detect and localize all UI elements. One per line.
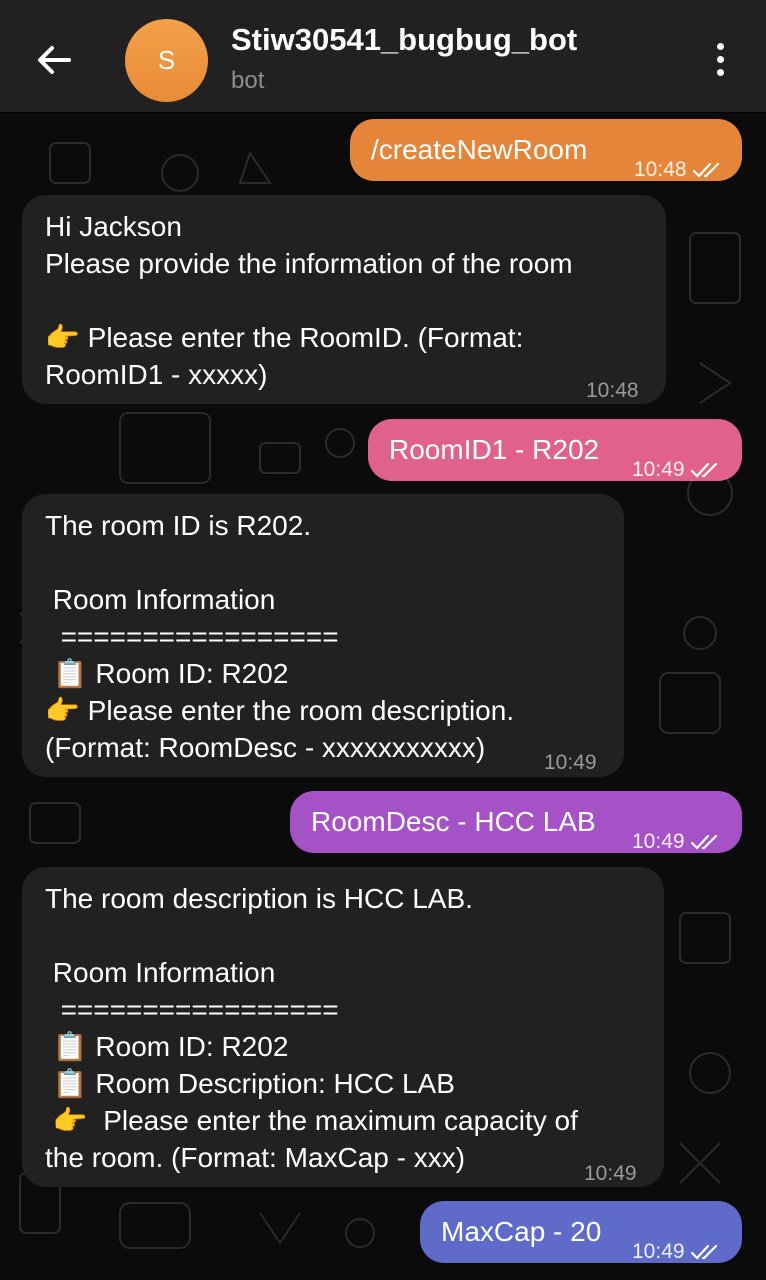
- message-incoming[interactable]: The room ID is R202. Room Information ==…: [22, 494, 624, 777]
- more-options-button[interactable]: [700, 36, 740, 82]
- message-text: RoomID1 - R202: [389, 434, 600, 465]
- message-time-text: 10:48: [634, 158, 687, 181]
- message-time-text: 10:49: [632, 830, 685, 853]
- message-outgoing[interactable]: MaxCap - 20 10:49: [420, 1201, 742, 1263]
- message-list[interactable]: /createNewRoom 10:48 Hi Jackson Please p…: [0, 113, 766, 1280]
- message-text: /createNewRoom: [371, 134, 588, 165]
- double-check-icon: [690, 834, 717, 850]
- message-text: MaxCap - 20: [441, 1216, 602, 1247]
- message-time-text: 10:49: [632, 458, 685, 481]
- message-outgoing[interactable]: RoomID1 - R202 10:49: [368, 419, 742, 481]
- message-time: 10:49: [632, 451, 721, 488]
- message-text: The room ID is R202. Room Information ==…: [45, 510, 515, 763]
- message-time: 10:48: [634, 151, 723, 188]
- dot-icon: [716, 42, 724, 50]
- chat-header: S Stiw30541_bugbug_bot bot: [0, 0, 766, 113]
- dot-icon: [716, 55, 724, 63]
- double-check-icon: [690, 462, 717, 478]
- message-text: RoomDesc - HCC LAB: [311, 806, 596, 837]
- message-time: 10:48: [586, 379, 639, 402]
- message-outgoing[interactable]: RoomDesc - HCC LAB 10:49: [290, 791, 742, 853]
- message-time: 10:49: [544, 751, 597, 774]
- message-time: 10:49: [632, 1233, 721, 1270]
- double-check-icon: [690, 1244, 717, 1260]
- avatar-letter: S: [157, 45, 176, 75]
- message-incoming[interactable]: The room description is HCC LAB. Room In…: [22, 867, 664, 1187]
- avatar[interactable]: S: [125, 19, 208, 102]
- message-time-text: 10:49: [632, 1240, 685, 1263]
- message-time: 10:49: [584, 1162, 637, 1185]
- back-button[interactable]: [26, 28, 82, 92]
- double-check-icon: [692, 162, 719, 178]
- message-text: The room description is HCC LAB. Room In…: [45, 883, 578, 1173]
- chat-title[interactable]: Stiw30541_bugbug_bot: [231, 22, 577, 58]
- arrow-left-icon: [38, 46, 71, 74]
- dot-icon: [716, 68, 724, 76]
- message-incoming[interactable]: Hi Jackson Please provide the informatio…: [22, 195, 666, 404]
- message-outgoing[interactable]: /createNewRoom 10:48: [350, 119, 742, 181]
- message-time: 10:49: [632, 823, 721, 860]
- chat-subtitle: bot: [231, 67, 265, 94]
- message-text: Hi Jackson Please provide the informatio…: [45, 211, 573, 390]
